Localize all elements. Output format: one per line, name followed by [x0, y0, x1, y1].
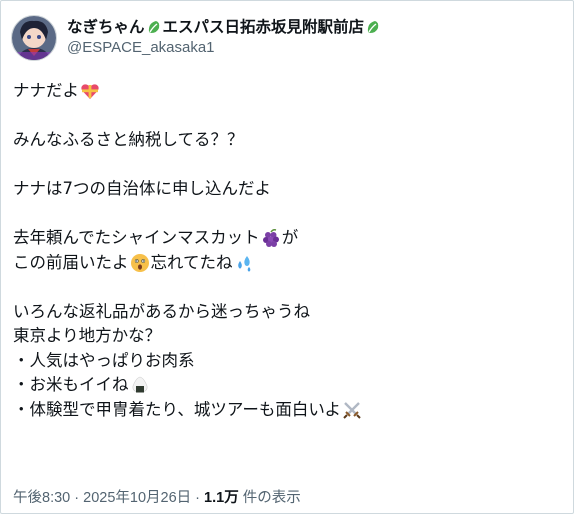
display-name[interactable]: なぎちゃん エスパス日拓赤坂見附駅前店 — [67, 16, 382, 38]
tweet-header: なぎちゃん エスパス日拓赤坂見附駅前店 @ESPACE_akasaka1 — [11, 15, 382, 65]
tweet-date[interactable]: 2025年10月26日 — [83, 490, 191, 506]
view-count: 1.1万 — [204, 490, 239, 506]
display-name-part-2: エスパス日拓赤坂見附駅前店 — [162, 18, 365, 36]
tweet-line: みんなふるさと納税してる？？ — [13, 130, 244, 149]
tweet-line: ・お米もイイね — [13, 373, 561, 398]
tweet-line: ナナは7つの自治体に申し込んだよ — [13, 179, 271, 198]
tweet-card: なぎちゃん エスパス日拓赤坂見附駅前店 @ESPACE_akasaka1 ナナだ… — [0, 0, 574, 514]
view-label: 件の表示 — [238, 490, 301, 506]
user-handle[interactable]: @ESPACE_akasaka1 — [67, 38, 382, 58]
grapes-icon — [262, 229, 279, 248]
heart-gift-icon — [81, 84, 99, 100]
tweet-line: ナナだよ — [13, 79, 561, 104]
tweet-line: 東京より地方かな？ — [13, 326, 162, 345]
leaf-icon — [367, 21, 379, 33]
rice-ball-icon — [132, 376, 147, 393]
leaf-icon — [148, 21, 159, 33]
tweet-line: 去年頼んでたシャインマスカット が — [13, 228, 299, 248]
avatar[interactable] — [11, 15, 57, 61]
tweet-meta: 午後8:30 · 2025年10月26日 · 1.1万 件の表示 — [13, 490, 301, 506]
sweat-droplets-icon — [237, 255, 250, 272]
tweet-text: ナナだよ みんなふるさと納税してる？？ ナナは7つの自治体に申し込んだよ 去年頼… — [13, 79, 561, 422]
tweet-time[interactable]: 午後8:30 — [13, 490, 70, 506]
display-name-part-1: なぎちゃん — [67, 18, 145, 36]
tweet-line: この前届いたよ 忘れてたね — [13, 251, 561, 276]
tweet-line: ・人気はやっぱりお肉系 — [13, 350, 195, 370]
tweet-line: いろんな返礼品があるから迷っちゃうね — [13, 301, 310, 321]
tweet-line: ・体験型で甲冑着たり、城ツアーも面白いよ — [13, 398, 561, 423]
crossed-swords-icon — [343, 401, 361, 419]
astonished-face-icon — [130, 253, 149, 272]
